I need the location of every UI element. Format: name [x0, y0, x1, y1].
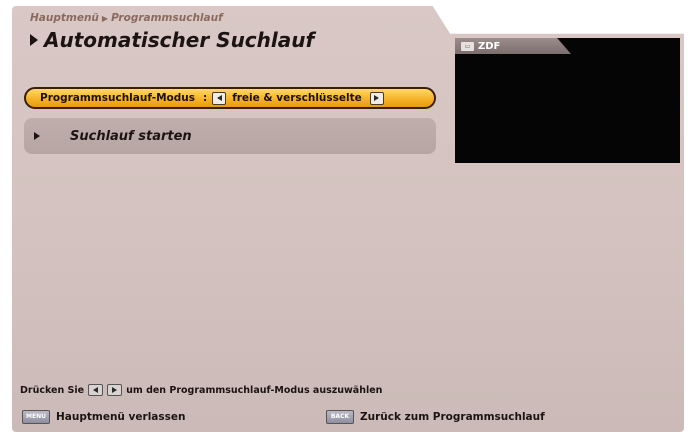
navigation-hint: Drücken Sie um den Programmsuchlauf-Modu… — [20, 384, 382, 396]
hint-prefix: Drücken Sie — [20, 384, 85, 396]
page-title: Automatischer Suchlauf — [30, 28, 314, 52]
search-mode-option[interactable]: Programmsuchlauf-Modus : freie & verschl… — [24, 87, 436, 109]
breadcrumb-item-main-menu[interactable]: Hauptmenü — [30, 12, 99, 24]
page-title-text: Automatischer Suchlauf — [44, 28, 315, 52]
search-mode-label: Programmsuchlauf-Modus — [40, 92, 195, 104]
start-search-button[interactable]: Suchlauf starten — [24, 118, 436, 154]
start-search-label: Suchlauf starten — [70, 128, 192, 144]
breadcrumb-separator-icon: ▶ — [101, 13, 109, 23]
search-mode-separator: : — [202, 92, 208, 104]
back-label: Zurück zum Programmsuchlauf — [360, 411, 545, 423]
previous-option-button[interactable] — [212, 91, 227, 105]
left-key-icon — [88, 384, 104, 396]
next-option-button[interactable] — [369, 91, 384, 105]
menu-exit-label: Hauptmenü verlassen — [56, 411, 186, 423]
right-key-icon — [107, 384, 123, 396]
menu-key-icon: MENU — [22, 410, 50, 424]
back-key-icon: BACK — [326, 410, 354, 424]
menu-exit-hint[interactable]: MENU Hauptmenü verlassen — [22, 410, 185, 424]
search-mode-value: freie & verschlüsselte — [232, 92, 362, 104]
title-arrow-icon — [30, 34, 38, 46]
hint-suffix: um den Programmsuchlauf-Modus auszuwähle… — [126, 384, 383, 396]
preview-channel-label: ZDF — [478, 40, 501, 52]
tv-preview-window — [455, 38, 680, 163]
back-hint[interactable]: BACK Zurück zum Programmsuchlauf — [326, 410, 545, 424]
arrow-left-icon — [216, 95, 222, 101]
preview-channel-tab: ▭ ZDF — [455, 38, 571, 54]
tv-channel-icon: ▭ — [461, 41, 474, 51]
breadcrumb: Hauptmenü ▶ Programmsuchlauf — [30, 12, 223, 24]
arrow-right-icon — [374, 95, 380, 101]
start-arrow-icon — [34, 132, 40, 140]
breadcrumb-item-channel-search[interactable]: Programmsuchlauf — [111, 12, 223, 24]
